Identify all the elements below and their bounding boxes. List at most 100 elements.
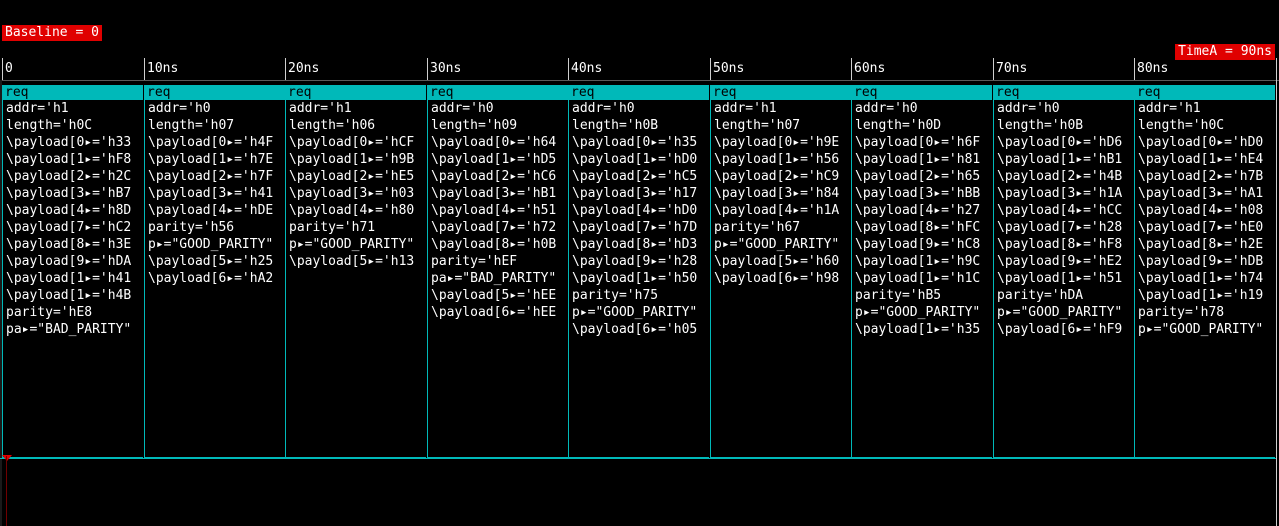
field-value: \payload[4▸='hCC — [997, 203, 1123, 218]
field-value: \payload[8▸='hD3 — [572, 237, 698, 252]
transaction-label[interactable]: req — [710, 85, 851, 100]
transaction-left-border — [1134, 100, 1135, 458]
ruler-tick-label: 30ns — [430, 61, 462, 76]
field-value: \payload[1▸='h56 — [714, 152, 840, 167]
transaction-label[interactable]: req — [851, 85, 992, 100]
field-value: \payload[4▸='h27 — [855, 203, 981, 218]
field-value: addr='h1 — [1138, 101, 1201, 116]
field-value: p▸="GOOD_PARITY" — [997, 305, 1123, 320]
transaction-label[interactable]: req — [427, 85, 568, 100]
field-value: \payload[4▸='h08 — [1138, 203, 1264, 218]
transaction[interactable]: req addr='h0 length='h07 \payload[0▸='h4F \p… — [144, 85, 285, 458]
transaction[interactable]: req addr='h1 length='h0C \payload[0▸='hD0 \p… — [1134, 85, 1275, 458]
field-value: p▸="GOOD_PARITY" — [714, 237, 840, 252]
transaction-body: addr='h0 length='h09 \payload[0▸='h64 \payl… — [427, 100, 568, 458]
field-value: \payload[0▸='h33 — [6, 135, 132, 150]
field-value: \payload[1▸='h51 — [997, 271, 1123, 286]
ruler-tick-line — [851, 58, 852, 80]
field-value: \payload[0▸='h4F — [148, 135, 274, 150]
field-value: length='h07 — [148, 118, 235, 133]
field-value: length='h0B — [997, 118, 1084, 133]
field-value: \payload[3▸='h03 — [289, 186, 415, 201]
ruler-tick-line — [993, 58, 994, 80]
transaction[interactable]: req addr='h1 length='h07 \payload[0▸='h9E \p… — [710, 85, 851, 458]
field-value: \payload[3▸='h17 — [572, 186, 698, 201]
transaction-body: addr='h0 length='h0B \payload[0▸='h35 \payl… — [568, 100, 709, 458]
field-value: \payload[0▸='hD6 — [997, 135, 1123, 150]
field-value: length='h0C — [6, 118, 93, 133]
transaction[interactable]: req addr='h0 length='h0B \payload[0▸='h35 \p… — [568, 85, 709, 458]
field-value: \payload[0▸='h6F — [855, 135, 981, 150]
ruler-tick-label: 50ns — [713, 61, 745, 76]
transaction[interactable]: req addr='h0 length='h09 \payload[0▸='h64 \p… — [427, 85, 568, 458]
transaction-label[interactable]: req — [1134, 85, 1275, 100]
field-value: \payload[8▸='hF8 — [997, 237, 1123, 252]
field-value: \payload[4▸='h80 — [289, 203, 415, 218]
transaction-label[interactable]: req — [568, 85, 709, 100]
baseline-marker-label[interactable]: Baseline = 0 — [2, 25, 102, 41]
field-value: \payload[3▸='hBB — [855, 186, 981, 201]
field-value: \payload[3▸='hA1 — [1138, 186, 1264, 201]
transaction-label[interactable]: req — [2, 85, 143, 100]
transaction-body: addr='h1 length='h07 \payload[0▸='h9E \payl… — [710, 100, 851, 458]
field-value: length='h07 — [714, 118, 801, 133]
field-value: p▸="GOOD_PARITY" — [1138, 322, 1264, 337]
field-value: \payload[1▸='hB1 — [997, 152, 1123, 167]
field-value: length='h06 — [289, 118, 376, 133]
transaction-fields: addr='h0 length='h07 \payload[0▸='h4F \payl… — [148, 100, 285, 287]
field-value: \payload[0▸='h9E — [714, 135, 840, 150]
field-value: \payload[1▸='h1C — [855, 271, 981, 286]
field-value: \payload[3▸='hB7 — [6, 186, 132, 201]
field-value: \payload[6▸='hEE — [431, 305, 557, 320]
field-value: \payload[0▸='h35 — [572, 135, 698, 150]
ruler-tick-label: 40ns — [571, 61, 603, 76]
transaction-left-border — [568, 100, 569, 458]
field-value: \payload[1▸='h74 — [1138, 271, 1264, 286]
field-value: \payload[5▸='h60 — [714, 254, 840, 269]
transaction-left-border — [427, 100, 428, 458]
transaction-fields: addr='h1 length='h06 \payload[0▸='hCF \payl… — [289, 100, 426, 270]
field-value: \payload[7▸='h28 — [997, 220, 1123, 235]
field-value: \payload[8▸='h0B — [431, 237, 557, 252]
ruler-divider — [0, 80, 1279, 81]
ruler-tick-label: 0 — [5, 61, 13, 76]
field-value: \payload[3▸='hB1 — [431, 186, 557, 201]
field-value: \payload[1▸='hF8 — [6, 152, 132, 167]
transaction-label[interactable]: req — [144, 85, 285, 100]
field-value: \payload[0▸='hD0 — [1138, 135, 1264, 150]
field-value: \payload[6▸='h98 — [714, 271, 840, 286]
transaction-label[interactable]: req — [285, 85, 426, 100]
transaction[interactable]: req addr='h1 length='h06 \payload[0▸='hCF \p… — [285, 85, 426, 458]
field-value: parity='h67 — [714, 220, 801, 235]
field-value: \payload[1▸='h35 — [855, 322, 981, 337]
transaction-label[interactable]: req — [993, 85, 1134, 100]
baseline-marker-icon[interactable] — [2, 455, 12, 461]
field-value: pa▸="BAD_PARITY" — [6, 322, 132, 337]
field-value: \payload[1▸='h19 — [1138, 288, 1264, 303]
field-value: \payload[9▸='hDA — [6, 254, 132, 269]
transaction[interactable]: req addr='h1 length='h0C \payload[0▸='h33 \p… — [2, 85, 143, 458]
transaction-fields: addr='h1 length='h0C \payload[0▸='h33 \payl… — [6, 100, 143, 338]
ruler-tick-label: 20ns — [288, 61, 320, 76]
timea-cursor-line[interactable] — [1276, 58, 1277, 526]
field-value: \payload[6▸='hF9 — [997, 322, 1123, 337]
field-value: \payload[7▸='hE0 — [1138, 220, 1264, 235]
transaction[interactable]: req addr='h0 length='h0B \payload[0▸='hD6 \p… — [993, 85, 1134, 458]
transaction-fields: addr='h0 length='h0B \payload[0▸='h35 \payl… — [572, 100, 709, 338]
field-value: \payload[2▸='h2C — [6, 169, 132, 184]
field-value: \payload[4▸='h1A — [714, 203, 840, 218]
field-value: \payload[2▸='h7F — [148, 169, 274, 184]
transaction-body: addr='h1 length='h0C \payload[0▸='hD0 \payl… — [1134, 100, 1275, 458]
field-value: pa▸="BAD_PARITY" — [431, 271, 557, 286]
field-value: addr='h1 — [289, 101, 352, 116]
field-value: \payload[5▸='h25 — [148, 254, 274, 269]
field-value: \payload[7▸='h7D — [572, 220, 698, 235]
transaction[interactable]: req addr='h0 length='h0D \payload[0▸='h6F \p… — [851, 85, 992, 458]
field-value: addr='h1 — [714, 101, 777, 116]
ruler-tick-line — [427, 58, 428, 80]
field-value: addr='h0 — [431, 101, 494, 116]
track-bottom-line — [0, 458, 1276, 459]
time-ruler[interactable]: 0 10ns 20ns 30ns 40ns 50ns 60ns 70ns 80ns — [0, 58, 1279, 80]
field-value: \payload[8▸='h2E — [1138, 237, 1264, 252]
field-value: p▸="GOOD_PARITY" — [148, 237, 274, 252]
